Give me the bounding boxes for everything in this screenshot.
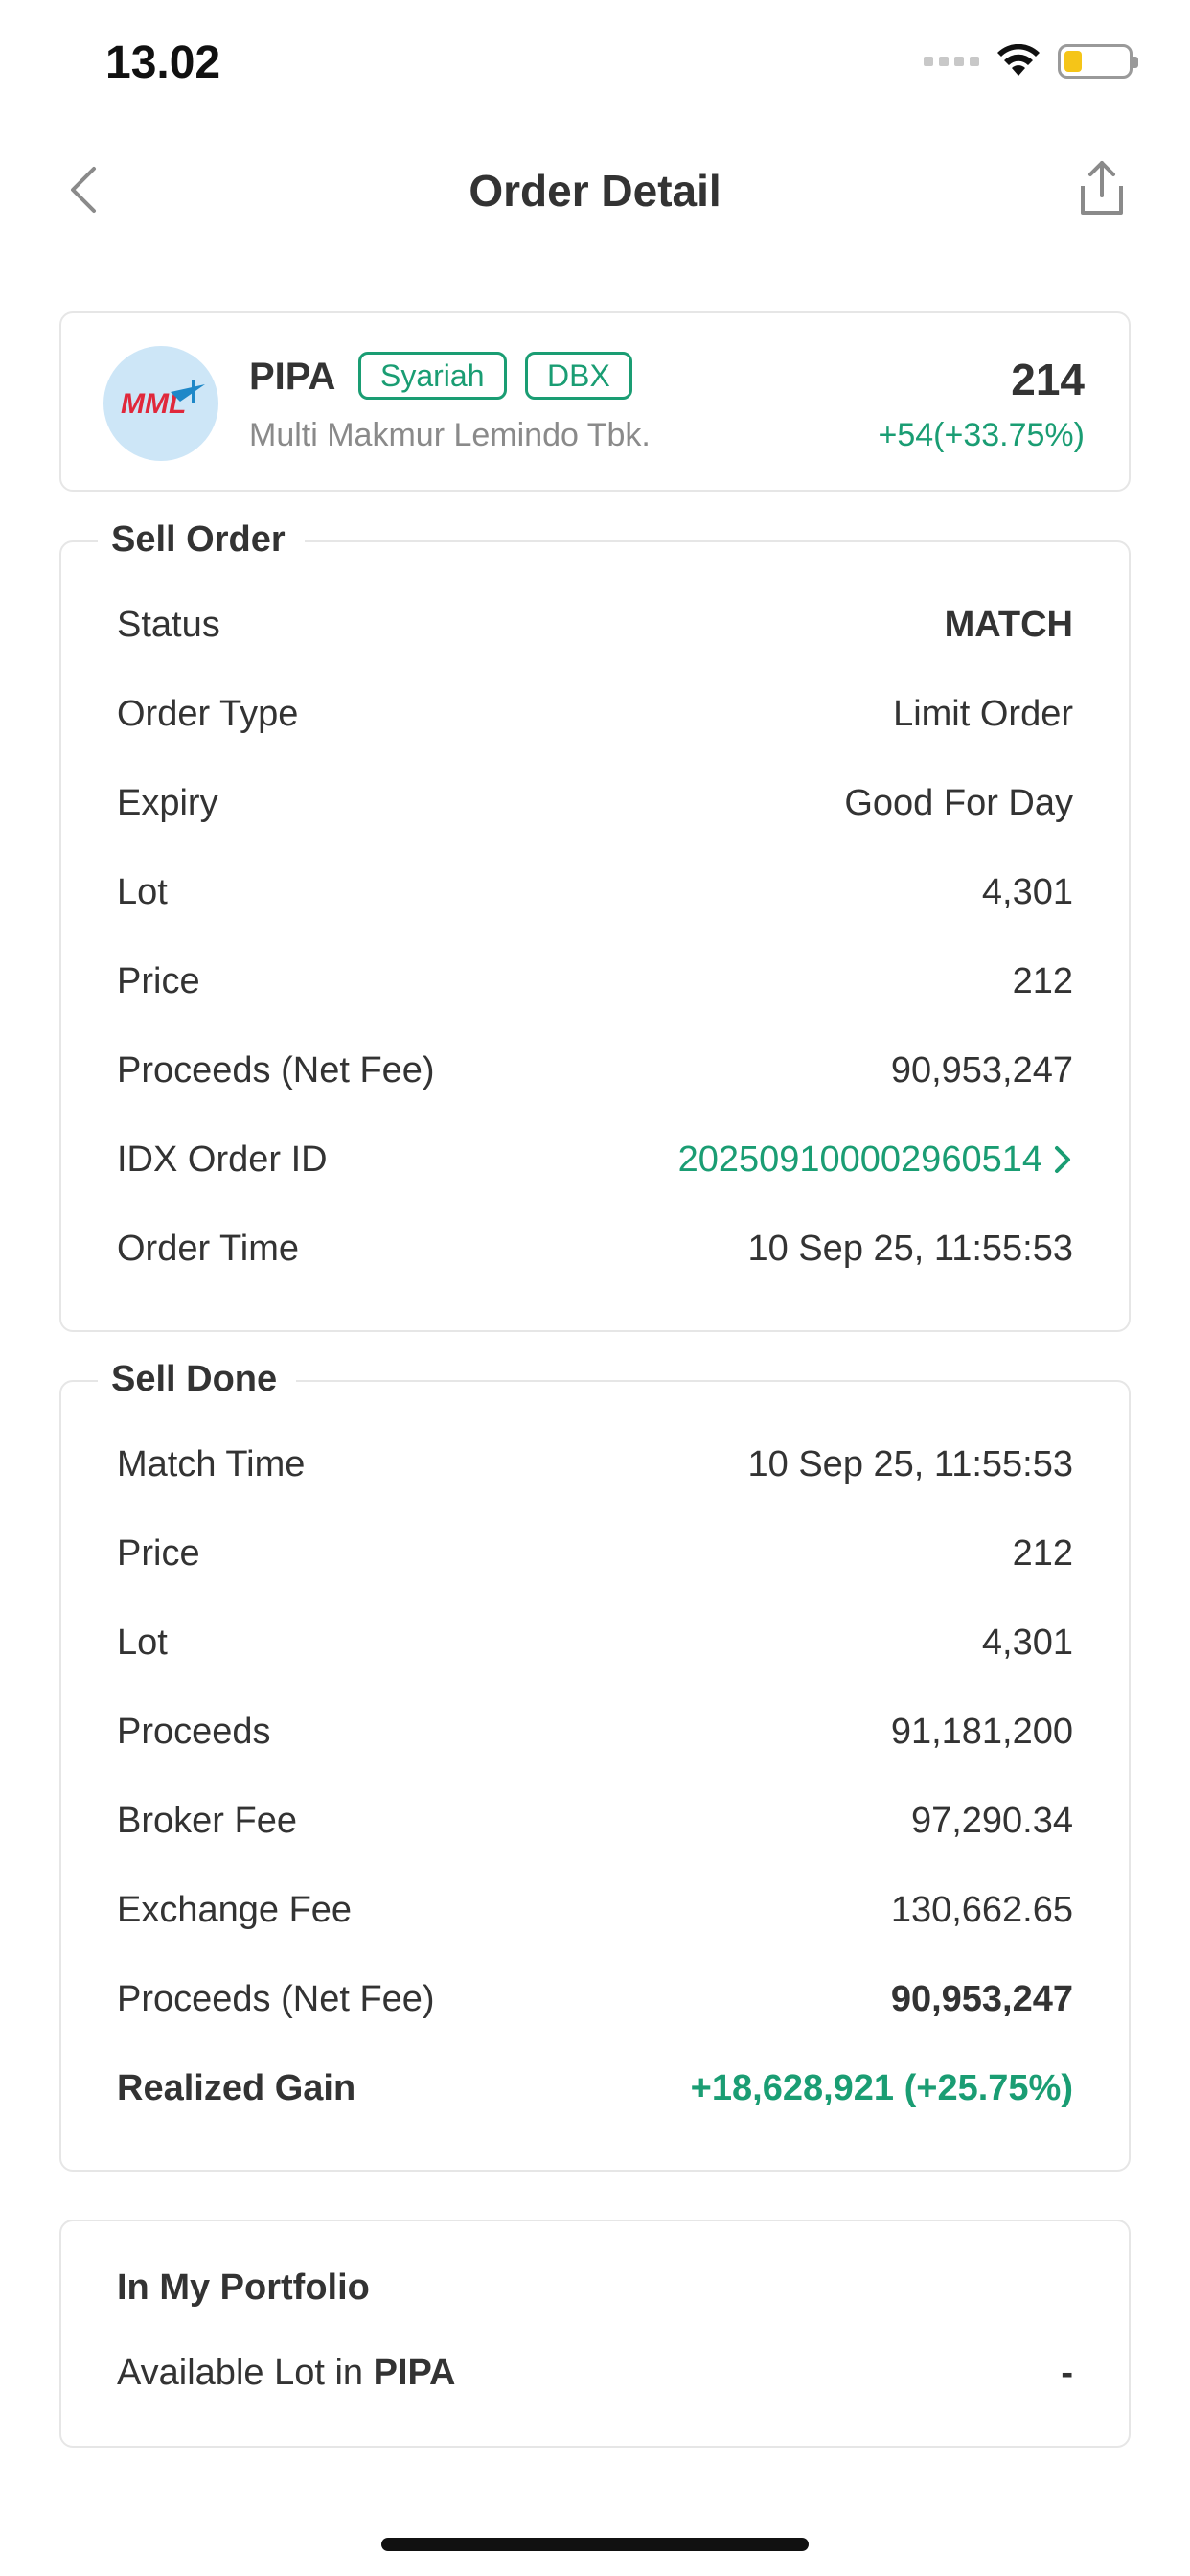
available-lot-label: Available Lot in PIPA <box>117 2352 456 2393</box>
page-title: Order Detail <box>469 166 721 216</box>
row-value: 212 <box>1012 960 1073 1001</box>
badge-dbx: DBX <box>525 352 632 400</box>
idx-order-id-value: 20250910000296​0514 <box>677 1138 1042 1180</box>
row-lot: Lot 4,301 <box>117 1614 1073 1671</box>
status-time: 13.02 <box>105 37 221 88</box>
row-expiry: Expiry Good For Day <box>117 774 1073 832</box>
sell-done-section: Sell Done Match Time 10 Sep 25, 11:55:53… <box>59 1359 1131 2172</box>
row-value: 212 <box>1012 1532 1073 1574</box>
mml-logo-icon: MML <box>121 380 205 420</box>
row-match-time: Match Time 10 Sep 25, 11:55:53 <box>117 1436 1073 1493</box>
stock-code: PIPA <box>249 356 336 398</box>
row-proceeds: Proceeds 91,181,200 <box>117 1703 1073 1760</box>
available-lot-value: - <box>1061 2352 1073 2393</box>
share-icon[interactable] <box>1071 157 1133 218</box>
row-label: Broker Fee <box>117 1800 297 1841</box>
stock-price: 214 <box>1011 355 1085 404</box>
stock-change: +54(+33.75%) <box>878 417 1086 453</box>
wifi-icon <box>997 44 1040 76</box>
row-order-type: Order Type Limit Order <box>117 685 1073 743</box>
row-proceeds-net-fee: Proceeds (Net Fee) 90,953,247 <box>117 1042 1073 1099</box>
row-label: Price <box>117 1532 200 1574</box>
row-value: 91,181,200 <box>890 1711 1073 1752</box>
row-value: 10 Sep 25, 11:55:53 <box>747 1228 1073 1269</box>
row-value: 90,953,247 <box>890 1049 1073 1091</box>
row-value: 4,301 <box>981 871 1073 912</box>
badge-syariah: Syariah <box>358 352 507 400</box>
row-label: IDX Order ID <box>117 1138 328 1180</box>
row-label: Order Time <box>117 1228 300 1269</box>
row-value: 130,662.65 <box>890 1889 1073 1930</box>
row-value: Limit Order <box>893 693 1073 734</box>
signal-icon <box>924 57 979 66</box>
row-label: Exchange Fee <box>117 1889 353 1930</box>
stock-card[interactable]: MML PIPA Syariah DBX Multi Makmur Lemind… <box>59 311 1131 492</box>
chevron-right-icon <box>1055 1146 1070 1173</box>
row-value: 10 Sep 25, 11:55:53 <box>747 1443 1073 1484</box>
realized-gain-value: +18,628,921 (+25.75%) <box>690 2067 1073 2108</box>
status-bar: 13.02 <box>0 0 1190 125</box>
row-proceeds-net-fee: Proceeds (Net Fee) 90,953,247 <box>117 1970 1073 2028</box>
portfolio-title: In My Portfolio <box>117 2267 370 2308</box>
available-lot-code: PIPA <box>373 2352 456 2393</box>
row-label: Price <box>117 960 200 1001</box>
row-realized-gain: Realized Gain +18,628,921 (+25.75%) <box>117 2059 1073 2117</box>
row-exchange-fee: Exchange Fee 130,662.65 <box>117 1881 1073 1939</box>
row-label: Order Type <box>117 693 299 734</box>
row-label: Proceeds (Net Fee) <box>117 1049 435 1091</box>
row-idx-order-id[interactable]: IDX Order ID 20250910000296​0514 <box>117 1131 1073 1188</box>
home-indicator[interactable] <box>381 2538 809 2551</box>
row-label: Status <box>117 604 220 645</box>
row-label: Proceeds (Net Fee) <box>117 1978 435 2019</box>
row-price: Price 212 <box>117 953 1073 1010</box>
section-title: Sell Order <box>98 519 305 561</box>
battery-icon <box>1058 44 1138 79</box>
row-value: 97,290.34 <box>910 1800 1073 1841</box>
status-value: MATCH <box>944 604 1073 645</box>
status-icons <box>924 44 1138 79</box>
row-value: Good For Day <box>844 782 1073 823</box>
row-label: Lot <box>117 871 168 912</box>
row-order-time: Order Time 10 Sep 25, 11:55:53 <box>117 1220 1073 1277</box>
stock-name: Multi Makmur Lemindo Tbk. <box>249 417 651 453</box>
row-value: 90,953,247 <box>890 1978 1073 2019</box>
idx-order-id-link[interactable]: 20250910000296​0514 <box>678 1139 1073 1181</box>
row-label: Realized Gain <box>117 2067 356 2108</box>
row-value: 4,301 <box>981 1622 1073 1663</box>
stock-logo: MML <box>103 346 218 461</box>
sell-order-section: Sell Order Status MATCH Order Type Limit… <box>59 519 1131 1332</box>
row-status: Status MATCH <box>117 596 1073 654</box>
row-label: Expiry <box>117 782 218 823</box>
row-lot: Lot 4,301 <box>117 863 1073 921</box>
row-label: Proceeds <box>117 1711 271 1752</box>
row-broker-fee: Broker Fee 97,290.34 <box>117 1792 1073 1850</box>
row-label: Match Time <box>117 1443 306 1484</box>
available-lot-row: Available Lot in PIPA - <box>117 2344 1073 2402</box>
portfolio-card: In My Portfolio Available Lot in PIPA - <box>59 2220 1131 2448</box>
nav-bar: Order Detail <box>0 134 1190 249</box>
section-title: Sell Done <box>98 1359 297 1400</box>
row-label: Lot <box>117 1622 168 1663</box>
row-price: Price 212 <box>117 1525 1073 1582</box>
